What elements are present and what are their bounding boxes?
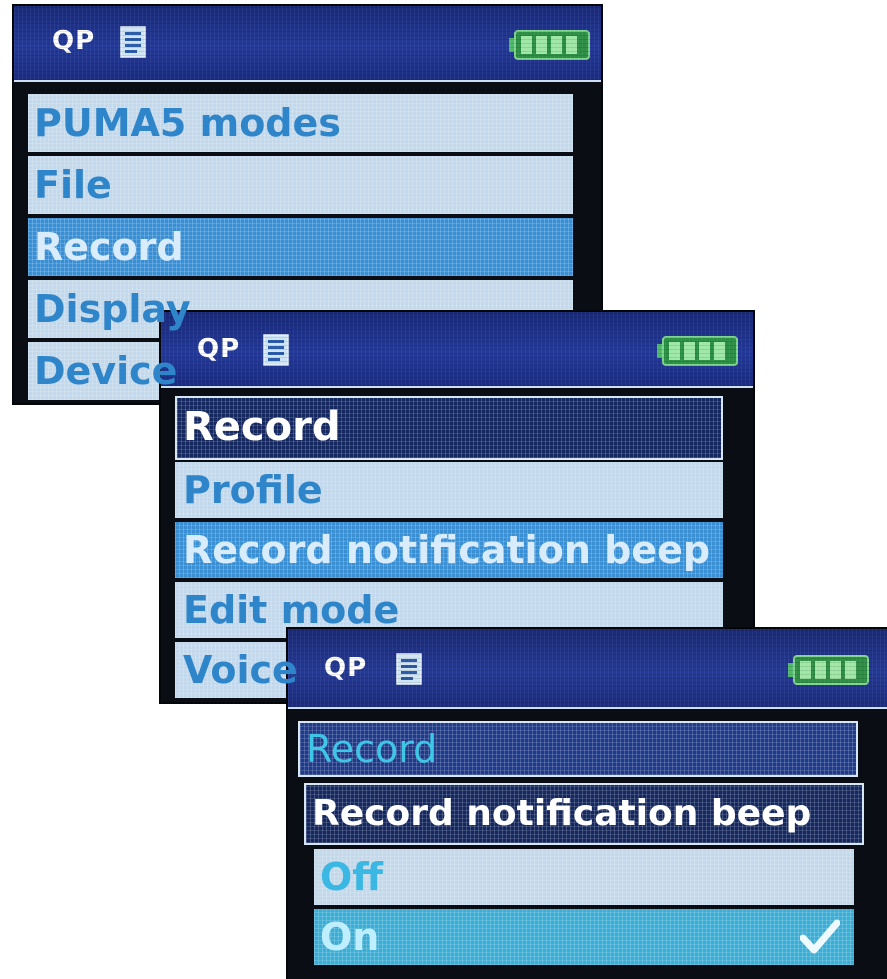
menu-item-record[interactable]: Record [28, 218, 573, 276]
breadcrumb-record: Record [298, 721, 858, 777]
battery-full-icon [657, 336, 738, 366]
status-title: QP [324, 653, 368, 683]
status-bar: QP [288, 629, 887, 709]
menu-header-record: Record [175, 396, 723, 460]
menu-item-record-notification-beep[interactable]: Record notification beep [175, 522, 723, 578]
document-icon [396, 653, 422, 685]
status-bar: QP [14, 6, 601, 82]
battery-full-icon [788, 655, 869, 685]
menu-item-profile[interactable]: Profile [175, 462, 723, 518]
option-on[interactable]: On [314, 909, 854, 965]
status-title: QP [52, 26, 96, 56]
status-bar: QP [161, 312, 753, 388]
checkmark-icon [800, 919, 840, 954]
status-title: QP [197, 334, 241, 364]
battery-full-icon [509, 30, 590, 60]
menu-header-record-notification-beep: Record notification beep [304, 783, 864, 845]
document-icon [263, 334, 289, 366]
menu-item-file[interactable]: File [28, 156, 573, 214]
document-icon [120, 26, 146, 58]
options-list: Record Record notification beep Off On [288, 709, 887, 979]
device-screen-beep-options: QP Record Record notification beep Off O… [288, 629, 887, 979]
menu-item-puma5-modes[interactable]: PUMA5 modes [28, 94, 573, 152]
option-off[interactable]: Off [314, 849, 854, 905]
